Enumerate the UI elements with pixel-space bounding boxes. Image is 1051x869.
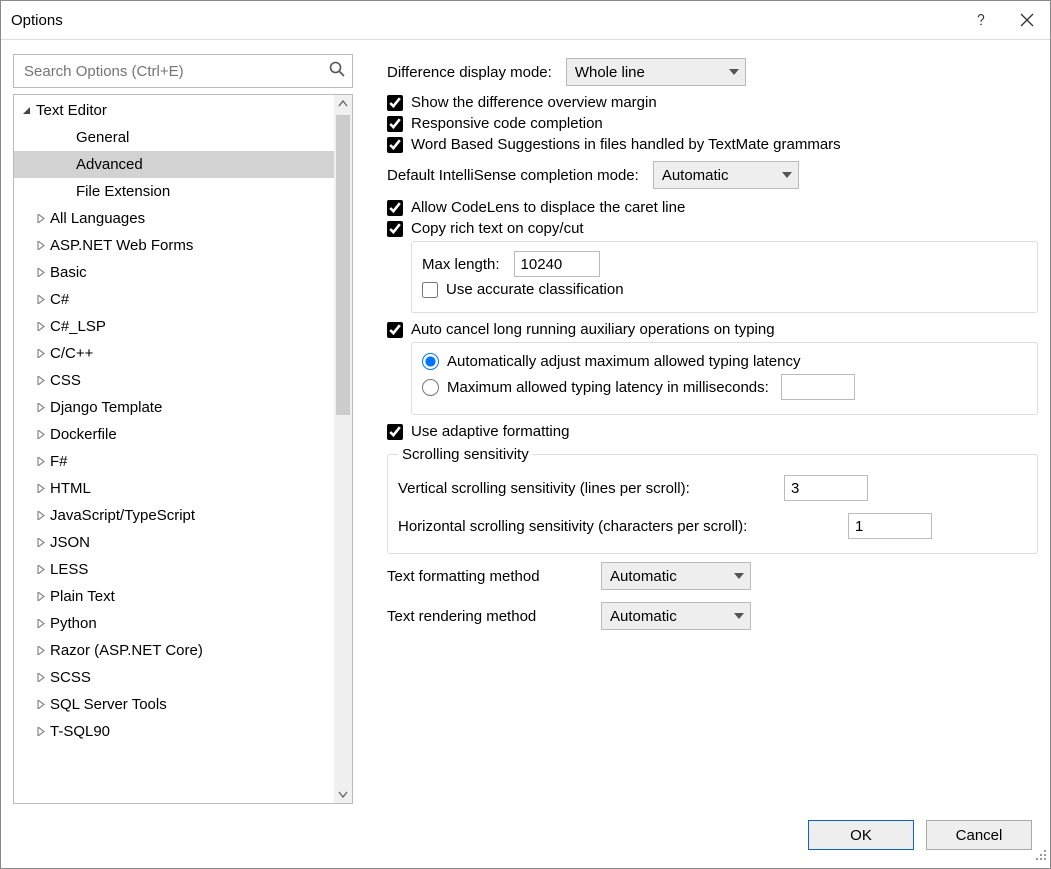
chevron-right-icon: [32, 211, 48, 227]
chevron-right-icon: [32, 427, 48, 443]
scrolling-sensitivity-group: Scrolling sensitivity Vertical scrolling…: [387, 446, 1038, 554]
tree-item[interactable]: Basic: [14, 259, 334, 286]
auto-cancel-checkbox[interactable]: Auto cancel long running auxiliary opera…: [387, 321, 1038, 338]
chevron-right-icon: [32, 562, 48, 578]
scrollbar-vertical[interactable]: [334, 95, 352, 803]
dialog-footer: OK Cancel: [1, 810, 1050, 868]
vscroll-input[interactable]: [784, 475, 868, 501]
tree-item[interactable]: Dockerfile: [14, 421, 334, 448]
chevron-right-icon: [32, 535, 48, 551]
chevron-right-icon: [32, 346, 48, 362]
auto-cancel-group: Automatically adjust maximum allowed typ…: [411, 342, 1038, 415]
tree-item[interactable]: All Languages: [14, 205, 334, 232]
dialog-body: Text EditorGeneralAdvancedFile Extension…: [1, 40, 1050, 810]
tree-item[interactable]: Razor (ASP.NET Core): [14, 637, 334, 664]
chevron-right-icon: [32, 319, 48, 335]
scroll-thumb[interactable]: [336, 115, 350, 415]
chevron-right-icon: [32, 238, 48, 254]
scroll-up-icon[interactable]: [334, 95, 352, 113]
tree-item[interactable]: File Extension: [14, 178, 334, 205]
settings-panel: Difference display mode: Whole line Show…: [353, 54, 1038, 804]
vscroll-label: Vertical scrolling sensitivity (lines pe…: [398, 480, 770, 497]
close-button[interactable]: [1004, 1, 1050, 39]
help-button[interactable]: [958, 1, 1004, 39]
max-length-input[interactable]: [514, 251, 600, 277]
tree-item[interactable]: JSON: [14, 529, 334, 556]
tree-item[interactable]: F#: [14, 448, 334, 475]
chevron-right-icon: [32, 400, 48, 416]
tree-item[interactable]: Django Template: [14, 394, 334, 421]
chevron-right-icon: [32, 589, 48, 605]
diff-mode-select[interactable]: Whole line: [566, 58, 746, 86]
options-dialog: Options Text EditorGeneralAdvancedFile E…: [0, 0, 1051, 869]
tree-item[interactable]: General: [14, 124, 334, 151]
chevron-right-icon: [32, 373, 48, 389]
responsive-completion-checkbox[interactable]: Responsive code completion: [387, 115, 1038, 132]
chevron-right-icon: [32, 697, 48, 713]
tree-item[interactable]: LESS: [14, 556, 334, 583]
resize-grip-icon[interactable]: [1034, 848, 1048, 866]
tree-item[interactable]: C/C++: [14, 340, 334, 367]
tree-item[interactable]: ASP.NET Web Forms: [14, 232, 334, 259]
chevron-right-icon: [32, 265, 48, 281]
tree-item[interactable]: CSS: [14, 367, 334, 394]
tree-item-root[interactable]: Text Editor: [14, 97, 334, 124]
hscroll-label: Horizontal scrolling sensitivity (charac…: [398, 518, 834, 535]
search-input[interactable]: [13, 54, 353, 88]
rendering-method-label: Text rendering method: [387, 608, 587, 625]
chevron-right-icon: [32, 643, 48, 659]
word-suggestions-checkbox[interactable]: Word Based Suggestions in files handled …: [387, 136, 1038, 153]
formatting-method-label: Text formatting method: [387, 568, 587, 585]
max-length-label: Max length:: [422, 256, 500, 273]
tree-item[interactable]: T-SQL90: [14, 718, 334, 745]
chevron-right-icon: [32, 724, 48, 740]
chevron-right-icon: [32, 670, 48, 686]
chevron-right-icon: [32, 616, 48, 632]
search-field[interactable]: [22, 62, 328, 81]
tree-item[interactable]: Advanced: [14, 151, 334, 178]
copy-rich-group: Max length: Use accurate classification: [411, 241, 1038, 313]
intellisense-mode-label: Default IntelliSense completion mode:: [387, 167, 639, 184]
tree-view[interactable]: Text EditorGeneralAdvancedFile Extension…: [13, 94, 353, 804]
sidebar: Text EditorGeneralAdvancedFile Extension…: [13, 54, 353, 804]
copy-rich-text-checkbox[interactable]: Copy rich text on copy/cut: [387, 220, 1038, 237]
latency-max-input[interactable]: [781, 374, 855, 400]
formatting-method-select[interactable]: Automatic: [601, 562, 751, 590]
diff-mode-label: Difference display mode:: [387, 64, 552, 81]
tree-item[interactable]: C#_LSP: [14, 313, 334, 340]
cancel-button[interactable]: Cancel: [926, 820, 1032, 850]
latency-max-radio[interactable]: Maximum allowed typing latency in millis…: [422, 374, 1027, 400]
window-title: Options: [11, 12, 958, 29]
intellisense-mode-select[interactable]: Automatic: [653, 161, 799, 189]
titlebar: Options: [1, 1, 1050, 40]
chevron-right-icon: [32, 508, 48, 524]
tree-item[interactable]: HTML: [14, 475, 334, 502]
scrolling-sensitivity-legend: Scrolling sensitivity: [398, 446, 533, 463]
allow-codelens-checkbox[interactable]: Allow CodeLens to displace the caret lin…: [387, 199, 1038, 216]
latency-auto-radio[interactable]: Automatically adjust maximum allowed typ…: [422, 353, 1027, 370]
chevron-right-icon: [32, 481, 48, 497]
scroll-down-icon[interactable]: [334, 785, 352, 803]
tree-item[interactable]: C#: [14, 286, 334, 313]
use-accurate-checkbox[interactable]: Use accurate classification: [422, 281, 1027, 298]
tree-item[interactable]: JavaScript/TypeScript: [14, 502, 334, 529]
ok-button[interactable]: OK: [808, 820, 914, 850]
chevron-right-icon: [32, 454, 48, 470]
search-icon: [328, 60, 346, 82]
show-diff-margin-checkbox[interactable]: Show the difference overview margin: [387, 94, 1038, 111]
tree-item[interactable]: Plain Text: [14, 583, 334, 610]
chevron-right-icon: [32, 292, 48, 308]
chevron-down-icon: [18, 103, 34, 119]
hscroll-input[interactable]: [848, 513, 932, 539]
tree-item[interactable]: SCSS: [14, 664, 334, 691]
tree-item[interactable]: SQL Server Tools: [14, 691, 334, 718]
tree-item[interactable]: Python: [14, 610, 334, 637]
adaptive-formatting-checkbox[interactable]: Use adaptive formatting: [387, 423, 1038, 440]
rendering-method-select[interactable]: Automatic: [601, 602, 751, 630]
